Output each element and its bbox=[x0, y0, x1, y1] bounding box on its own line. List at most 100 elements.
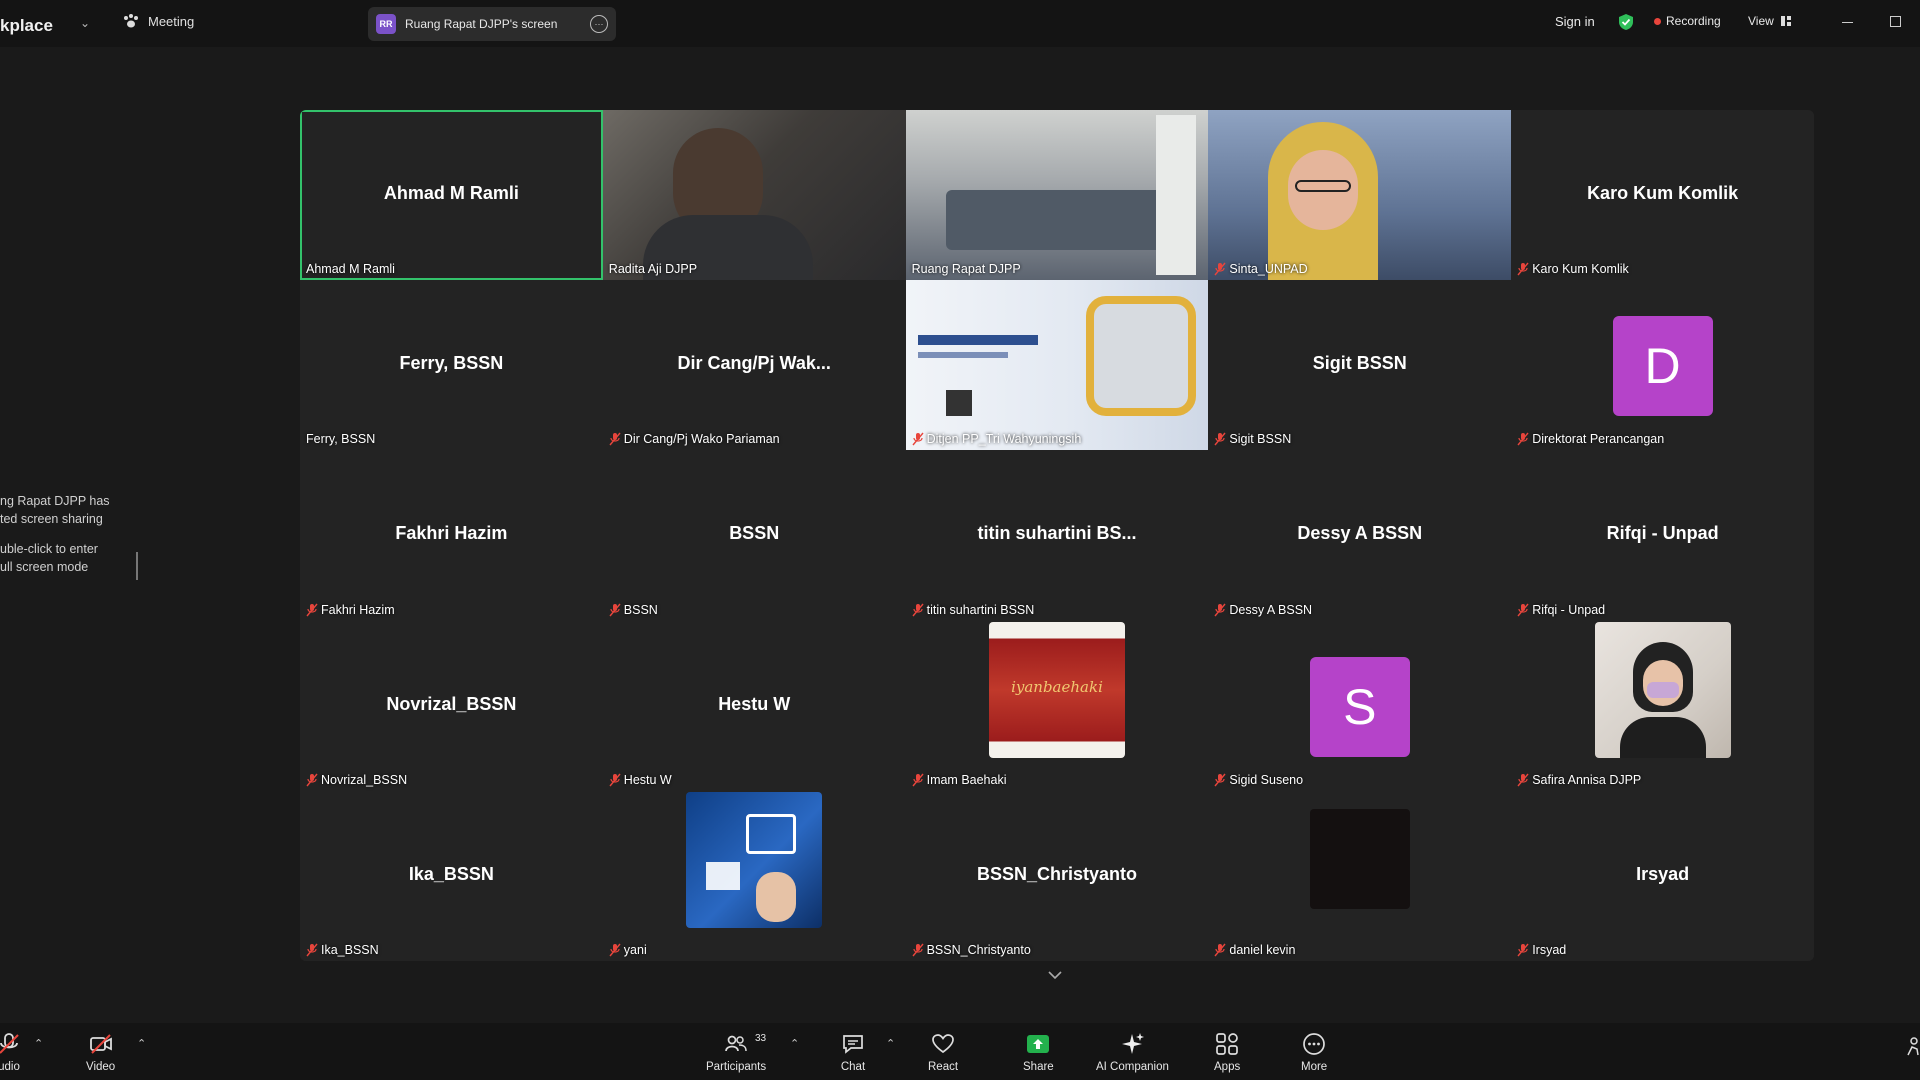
participant-tile[interactable]: Radita Aji DJPP bbox=[602, 110, 906, 281]
chat-button[interactable]: Chat bbox=[840, 1031, 866, 1073]
chevron-up-icon[interactable]: ⌃ bbox=[137, 1037, 146, 1050]
leave-icon[interactable] bbox=[1905, 1035, 1920, 1061]
notice-line: uble-click to enter bbox=[0, 542, 98, 556]
participant-tile[interactable]: Ruang Rapat DJPP bbox=[905, 110, 1209, 281]
participant-label: yani bbox=[609, 943, 647, 957]
avatar: D bbox=[1612, 316, 1713, 417]
video-off-icon bbox=[89, 1034, 112, 1054]
participant-label-text: Sinta_UNPAD bbox=[1229, 262, 1308, 277]
restore-window-icon[interactable] bbox=[1890, 16, 1901, 27]
participant-tile[interactable]: Karo Kum Komlik Karo Kum Komlik bbox=[1511, 110, 1814, 281]
share-button[interactable]: Share bbox=[1023, 1031, 1054, 1073]
participant-label-text: Ahmad M Ramli bbox=[306, 262, 395, 277]
participant-label-text: daniel kevin bbox=[1229, 942, 1296, 957]
participant-name: Ahmad M Ramli bbox=[383, 183, 519, 203]
drag-handle[interactable] bbox=[136, 552, 138, 580]
view-button[interactable]: View bbox=[1748, 14, 1792, 28]
participant-tile[interactable]: iyanbaehaki Imam Baehaki bbox=[905, 620, 1209, 791]
chat-label: Chat bbox=[840, 1061, 866, 1073]
participant-tile[interactable]: Irsyad Irsyad bbox=[1511, 790, 1814, 961]
participant-label: Safira Annisa DJPP bbox=[1517, 773, 1641, 787]
participant-label: Karo Kum Komlik bbox=[1517, 262, 1629, 276]
participant-label: Ika_BSSN bbox=[306, 943, 379, 957]
chevron-up-icon[interactable]: ⌃ bbox=[790, 1037, 799, 1050]
minimize-icon[interactable] bbox=[1842, 22, 1853, 23]
mic-muted-icon bbox=[912, 943, 924, 957]
audio-label: udio bbox=[0, 1061, 20, 1073]
screen-share-pill[interactable]: RR Ruang Rapat DJPP's screen ··· bbox=[368, 7, 616, 41]
notice-line: ng Rapat DJPP has bbox=[0, 494, 110, 508]
participant-label-text: Direktorat Perancangan bbox=[1532, 432, 1665, 447]
participant-tile[interactable]: Novrizal_BSSN Novrizal_BSSN bbox=[300, 620, 603, 791]
participant-label: Novrizal_BSSN bbox=[306, 773, 407, 787]
audio-button[interactable]: udio bbox=[0, 1031, 22, 1073]
participant-tile[interactable]: Safira Annisa DJPP bbox=[1511, 620, 1814, 791]
recording-label: Recording bbox=[1666, 14, 1721, 28]
participant-tile[interactable]: Ahmad M Ramli Ahmad M Ramli bbox=[300, 110, 603, 281]
participant-tile[interactable]: D Direktorat Perancangan bbox=[1511, 280, 1814, 451]
react-button[interactable]: React bbox=[928, 1031, 958, 1073]
participant-tile[interactable]: Sinta_UNPAD bbox=[1208, 110, 1512, 281]
participant-label-text: BSSN bbox=[623, 602, 658, 617]
ai-companion-label: AI Companion bbox=[1096, 1061, 1169, 1073]
more-options-icon[interactable]: ··· bbox=[590, 15, 608, 33]
avatar: S bbox=[1309, 656, 1410, 757]
shield-check-icon[interactable] bbox=[1618, 13, 1634, 31]
mic-muted-icon bbox=[1517, 603, 1529, 617]
participant-tile[interactable]: yani bbox=[602, 790, 906, 961]
participant-tile[interactable]: Hestu W Hestu W bbox=[602, 620, 906, 791]
participant-label: Ruang Rapat DJPP bbox=[912, 262, 1021, 276]
participant-tile[interactable]: titin suhartini BS... titin suhartini BSS… bbox=[905, 450, 1209, 621]
mic-muted-icon bbox=[1214, 943, 1226, 957]
participant-tile[interactable]: BSSN_Christyanto BSSN_Christyanto bbox=[905, 790, 1209, 961]
participant-tile[interactable]: Ditjen PP_Tri Wahyuningsih bbox=[905, 280, 1209, 451]
participant-tile[interactable]: Rifqi - Unpad Rifqi - Unpad bbox=[1511, 450, 1814, 621]
apps-button[interactable]: Apps bbox=[1214, 1031, 1240, 1073]
participant-name: BSSN_Christyanto bbox=[976, 863, 1137, 884]
mic-muted-icon bbox=[306, 603, 318, 617]
participant-tile[interactable]: Ika_BSSN Ika_BSSN bbox=[300, 790, 603, 961]
participant-tile[interactable]: daniel kevin bbox=[1208, 790, 1512, 961]
mic-muted-icon bbox=[609, 943, 621, 957]
participant-label: Dessy A BSSN bbox=[1214, 603, 1312, 617]
participant-label: Sigit BSSN bbox=[1214, 432, 1291, 446]
sign-in-link[interactable]: Sign in bbox=[1555, 14, 1595, 29]
recording-indicator[interactable]: Recording bbox=[1654, 14, 1721, 28]
shared-banner bbox=[905, 280, 1209, 451]
chevron-up-icon[interactable]: ⌃ bbox=[34, 1037, 43, 1050]
video-button[interactable]: Video bbox=[86, 1031, 115, 1073]
participant-tile[interactable]: Dir Cang/Pj Wak... Dir Cang/Pj Wako Paria… bbox=[602, 280, 906, 451]
view-label: View bbox=[1748, 14, 1774, 28]
video-label: Video bbox=[86, 1061, 116, 1073]
participant-label: Dir Cang/Pj Wako Pariaman bbox=[609, 432, 780, 446]
mic-muted-icon bbox=[912, 773, 924, 787]
more-button[interactable]: More bbox=[1301, 1031, 1327, 1073]
chevron-down-icon[interactable]: ⌄ bbox=[80, 16, 90, 30]
meeting-label: Meeting bbox=[148, 13, 195, 29]
participant-tile[interactable]: Ferry, BSSN Ferry, BSSN bbox=[300, 280, 603, 451]
meeting-button[interactable]: Meeting bbox=[122, 13, 194, 29]
chevron-down-icon[interactable] bbox=[1048, 970, 1062, 980]
ai-companion-button[interactable]: AI Companion bbox=[1096, 1031, 1169, 1073]
participant-label: Rifqi - Unpad bbox=[1517, 603, 1605, 617]
meeting-toolbar: udio ⌃ Video ⌃ Participants 33 ⌃ Chat ⌃ bbox=[0, 1023, 1920, 1080]
share-label: Ruang Rapat DJPP's screen bbox=[405, 17, 558, 31]
participant-tile[interactable]: BSSN BSSN bbox=[602, 450, 906, 621]
participant-name: Rifqi - Unpad bbox=[1606, 523, 1719, 544]
participant-tile[interactable]: S Sigid Suseno bbox=[1208, 620, 1512, 791]
participant-name: titin suhartini BS... bbox=[977, 523, 1137, 544]
chat-icon bbox=[843, 1035, 863, 1054]
participant-tile[interactable]: Dessy A BSSN Dessy A BSSN bbox=[1208, 450, 1512, 621]
mic-muted-icon bbox=[0, 1033, 19, 1054]
participant-name: Dessy A BSSN bbox=[1297, 523, 1423, 544]
participant-tile[interactable]: Sigit BSSN Sigit BSSN bbox=[1208, 280, 1512, 451]
share-label: Share bbox=[1023, 1061, 1054, 1073]
participant-label: daniel kevin bbox=[1214, 943, 1295, 957]
participant-tile[interactable]: Fakhri Hazim Fakhri Hazim bbox=[300, 450, 603, 621]
gallery-grid: Ahmad M Ramli Ahmad M Ramli Radita Aji DJP… bbox=[300, 110, 1814, 961]
chevron-up-icon[interactable]: ⌃ bbox=[886, 1037, 895, 1050]
participant-name: Fakhri Hazim bbox=[395, 523, 508, 544]
participant-label-text: Hestu W bbox=[623, 772, 672, 787]
participant-label-text: Novrizal_BSSN bbox=[321, 772, 408, 787]
participant-thumbnail bbox=[1309, 808, 1410, 909]
